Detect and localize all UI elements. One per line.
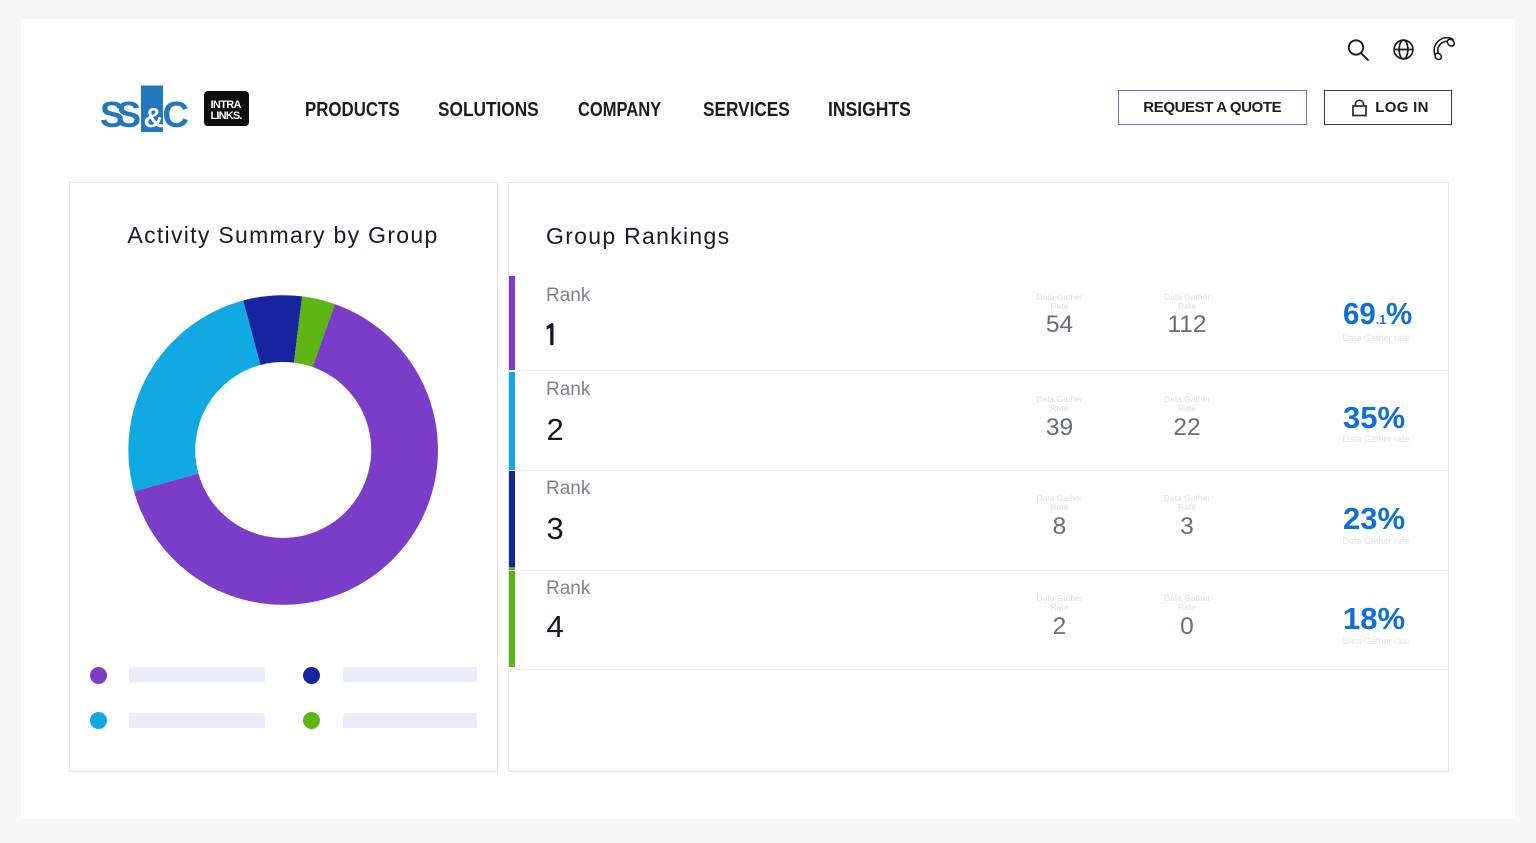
svg-text:C: C	[163, 94, 189, 135]
svg-text:&: &	[144, 102, 164, 133]
svg-text:LINKS.: LINKS.	[211, 110, 243, 122]
svg-text:SS: SS	[100, 94, 141, 135]
